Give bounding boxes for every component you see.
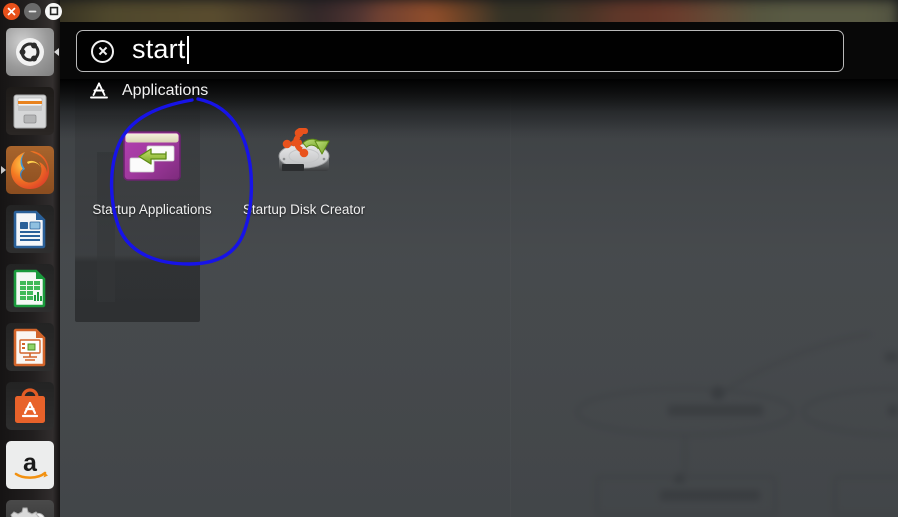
unity-launcher: a bbox=[0, 0, 60, 517]
result-label: Startup Disk Creator bbox=[242, 202, 366, 217]
launcher-pip-left bbox=[1, 165, 6, 174]
amazon-icon: a bbox=[6, 440, 54, 489]
libreoffice-calc-icon bbox=[6, 263, 54, 312]
ubuntu-logo-icon bbox=[6, 27, 54, 76]
launcher-item-files[interactable] bbox=[0, 81, 60, 140]
libreoffice-impress-icon bbox=[6, 322, 54, 371]
startup-applications-icon bbox=[118, 122, 186, 190]
ubuntu-software-bag-icon bbox=[6, 381, 54, 430]
window-controls bbox=[0, 0, 73, 22]
libreoffice-writer-icon bbox=[6, 204, 54, 253]
startup-disk-creator-icon bbox=[270, 122, 338, 190]
launcher-item-system-settings[interactable] bbox=[0, 494, 60, 517]
launcher-item-amazon[interactable]: a bbox=[0, 435, 60, 494]
gear-wrench-icon bbox=[6, 499, 54, 517]
desktop-screen: start Applications Startup Applications … bbox=[0, 0, 898, 517]
svg-text:a: a bbox=[23, 449, 38, 477]
maximize-button[interactable] bbox=[45, 2, 62, 20]
launcher-items: a bbox=[0, 22, 60, 517]
result-item-startup-applications[interactable]: Startup Applications bbox=[76, 110, 228, 217]
launcher-item-firefox[interactable] bbox=[0, 140, 60, 199]
category-label: Applications bbox=[122, 82, 209, 99]
file-cabinet-icon bbox=[6, 86, 54, 135]
launcher-item-dash-home[interactable] bbox=[0, 22, 60, 81]
clear-search-icon[interactable] bbox=[91, 39, 114, 63]
text-caret bbox=[186, 36, 189, 64]
result-item-startup-disk-creator[interactable]: Startup Disk Creator bbox=[228, 110, 380, 217]
launcher-item-libreoffice-calc[interactable] bbox=[0, 258, 60, 317]
category-header-applications[interactable]: Applications bbox=[88, 78, 208, 104]
close-button[interactable] bbox=[3, 2, 20, 20]
search-input-value-wrapper: start bbox=[132, 36, 189, 64]
firefox-icon bbox=[6, 145, 54, 194]
minimize-button[interactable] bbox=[24, 2, 41, 20]
unity-dash-overlay: start Applications Startup Applications … bbox=[60, 22, 898, 517]
applications-lens-icon bbox=[88, 81, 110, 101]
launcher-item-libreoffice-writer[interactable] bbox=[0, 199, 60, 258]
launcher-item-libreoffice-impress[interactable] bbox=[0, 317, 60, 376]
launcher-pip-right bbox=[54, 47, 59, 56]
search-input-value: start bbox=[132, 34, 186, 64]
search-results-grid: Startup Applications Startup Disk Creato… bbox=[76, 110, 882, 217]
search-input[interactable]: start bbox=[76, 30, 844, 72]
result-label: Startup Applications bbox=[92, 202, 212, 217]
launcher-item-ubuntu-software[interactable] bbox=[0, 376, 60, 435]
